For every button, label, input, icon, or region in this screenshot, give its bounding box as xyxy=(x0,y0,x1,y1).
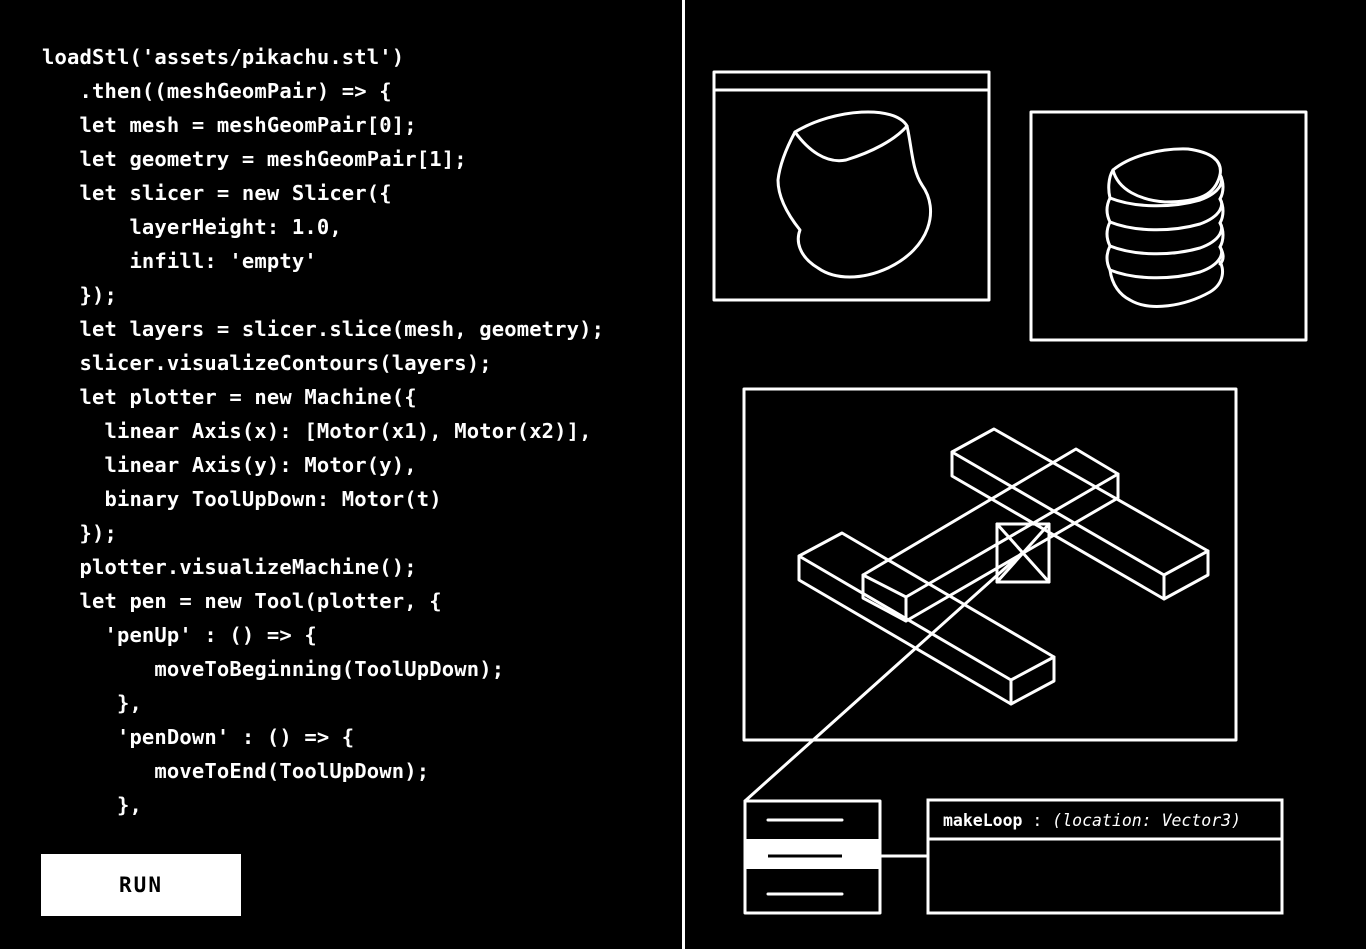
machine-preview-window[interactable] xyxy=(742,387,1238,742)
function-separator: : xyxy=(1022,810,1053,830)
tool-connector-line xyxy=(743,551,1024,803)
mesh-preview-window[interactable] xyxy=(712,70,991,302)
function-name: makeLoop xyxy=(943,810,1023,830)
mesh-blob-icon xyxy=(776,110,932,279)
inspector-title: makeLoop : (location: Vector3) xyxy=(930,802,1280,838)
list-item-selected[interactable] xyxy=(745,839,880,869)
function-params: (location: Vector3) xyxy=(1052,810,1242,830)
gantry-machine-icon xyxy=(797,427,1210,706)
stacked-contours-icon xyxy=(1105,147,1225,308)
